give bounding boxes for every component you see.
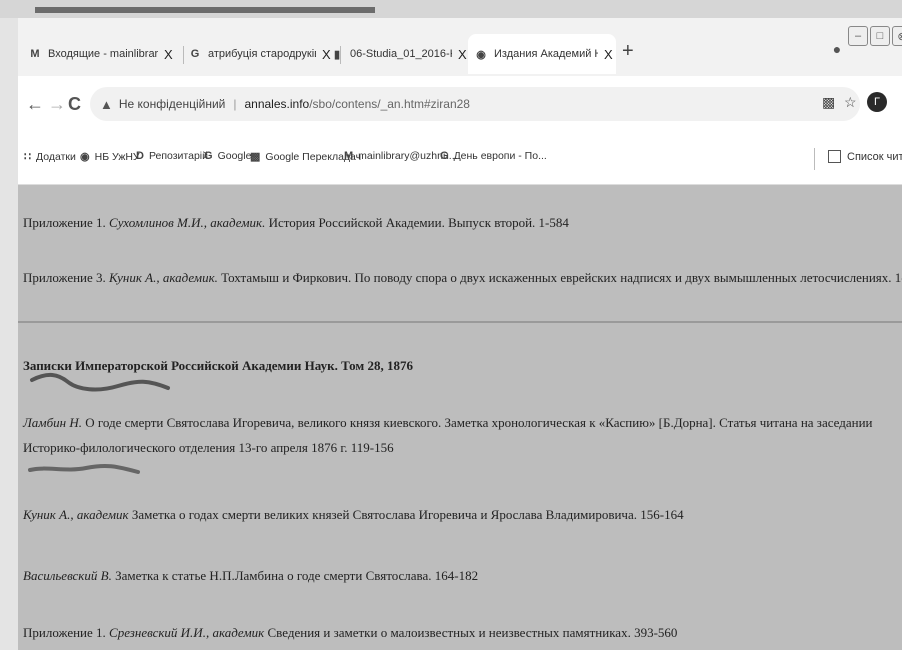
entry-author: Срезневский И.И., академик (109, 625, 265, 640)
tab-active-izdaniya[interactable]: ◉ Издания Академий Наук России X (468, 34, 616, 74)
globe-icon: ◉ (80, 151, 90, 163)
hand-scribble (28, 463, 140, 474)
bookmark-den-evropy[interactable]: G День европи - По... (440, 150, 547, 162)
page-content: Приложение 1. Сухомлинов М.И., академик.… (18, 185, 902, 650)
reload-button[interactable]: C (68, 94, 81, 115)
list-item[interactable]: Приложение 1. Срезневский И.И., академик… (23, 625, 677, 641)
toolbar: ← → C ▲ Не конфіденційний | annales.info… (18, 76, 902, 132)
translate-icon[interactable]: ▩ (822, 94, 835, 111)
close-window-icon[interactable]: ⊗ (892, 26, 902, 46)
maximize-icon[interactable]: □ (870, 26, 890, 46)
section-divider (18, 321, 902, 323)
forward-button[interactable]: → (48, 94, 66, 115)
entry-author: Куник А., академик (23, 507, 129, 522)
tab-bar: M Входящие - mainlibrary@uzhnu X G атриб… (18, 18, 902, 76)
bookmark-google[interactable]: G Google (204, 150, 251, 162)
entry-author: Куник А., академик. (109, 270, 218, 285)
bookmark-nb-uzhnu[interactable]: ◉ НБ УжНУ (80, 150, 140, 164)
pdf-icon: ▮ (333, 48, 341, 61)
bookmark-label: День европи - По... (453, 150, 547, 162)
repo-icon: D (136, 150, 144, 162)
close-icon[interactable]: X (164, 47, 173, 62)
list-item[interactable]: Приложение 3. Куник А., академик. Тохтам… (23, 270, 902, 286)
avatar[interactable]: Г (867, 92, 887, 112)
window-left-edge (0, 18, 18, 650)
tab-separator (183, 46, 184, 64)
gmail-icon: M (344, 150, 354, 162)
bookmark-label: Додатки (36, 150, 76, 163)
entry-title: Сведения и заметки о малоизвестных и неи… (264, 625, 678, 640)
entry-prefix: Приложение 1. (23, 625, 110, 640)
entry-title: Заметка к статье Н.П.Ламбина о годе смер… (111, 568, 479, 583)
entry-title: История Российской Академии. Выпуск втор… (265, 215, 569, 230)
back-button[interactable]: ← (26, 94, 44, 115)
list-item[interactable]: Куник А., академик Заметка о годах смерт… (23, 507, 684, 523)
tab-title: Издания Академий Наук России (494, 48, 598, 60)
hand-scribble (30, 373, 170, 392)
tab-title: 06-Studia_01_2016-Kozlov.pdf (350, 48, 452, 60)
entry-prefix: Приложение 3. (23, 270, 110, 285)
gmail-icon: M (30, 48, 40, 60)
window-titlebar-fragment (35, 7, 375, 13)
reading-list-icon (828, 150, 841, 163)
browser-window: M Входящие - mainlibrary@uzhnu X G атриб… (0, 0, 902, 650)
bookmarks-divider (814, 148, 815, 170)
reading-list-button[interactable]: Список читання (828, 150, 902, 163)
entry-title: Тохтамыш и Фиркович. По поводу спора о д… (217, 270, 902, 285)
bookmark-label: Репозитарій (148, 150, 208, 162)
entry-title: О годе смерти Святослава Игоревича, вели… (23, 415, 873, 455)
new-tab-button[interactable]: + (622, 40, 634, 63)
bookmarks-bar: ∷ Додатки ◉ НБ УжНУ D Репозитарій G Google ▩… (18, 132, 902, 185)
incognito-icon: ● (832, 41, 842, 57)
star-icon[interactable]: ☆ (844, 94, 857, 111)
entry-author: Васильевский В. (23, 568, 112, 583)
entry-author: Ламбин Н. (23, 415, 82, 430)
url-path: /sbo/contens/_an.htm#ziran28 (309, 97, 470, 111)
tab-title: атрибуція стародруків і рідкісних (208, 48, 316, 60)
list-item[interactable]: Васильевский В. Заметка к статье Н.П.Лам… (23, 568, 478, 584)
close-icon[interactable]: X (604, 47, 613, 62)
tab-title: Входящие - mainlibrary@uzhnu (48, 48, 158, 60)
bookmark-apps[interactable]: ∷ Додатки (24, 150, 76, 164)
minimize-icon[interactable]: – (848, 26, 868, 46)
volume-heading: Записки Императорской Российской Академи… (23, 358, 414, 373)
translate-icon: ▩ (250, 151, 261, 163)
reading-list-label: Список читання (847, 150, 902, 163)
top-strip (0, 0, 902, 18)
menu-icon[interactable]: ⋮ (898, 90, 902, 110)
entry-author: Сухомлинов М.И., академик. (109, 215, 266, 230)
bookmark-repository[interactable]: D Репозитарій (136, 150, 208, 162)
address-bar[interactable]: ▲ Не конфіденційний | annales.info/sbo/c… (90, 87, 860, 121)
bookmark-label: НБ УжНУ (94, 150, 140, 163)
list-item[interactable]: Приложение 1. Сухомлинов М.И., академик.… (23, 215, 569, 231)
globe-icon: ◉ (476, 48, 486, 61)
apps-icon: ∷ (24, 151, 31, 163)
entry-title: Заметка о годах смерти великих князей Св… (128, 507, 684, 522)
url-domain: annales.info (244, 97, 310, 111)
entry-prefix: Приложение 1. (23, 215, 110, 230)
tab-pdf[interactable]: ▮ 06-Studia_01_2016-Kozlov.pdf X (330, 34, 470, 74)
address-separator: | (233, 97, 237, 111)
tab-google-search[interactable]: G атрибуція стародруків і рідкісних X (188, 34, 336, 74)
insecure-label[interactable]: Не конфіденційний (119, 97, 225, 111)
tab-gmail[interactable]: M Входящие - mainlibrary@uzhnu X (28, 34, 178, 74)
warning-icon[interactable]: ▲ (100, 97, 113, 112)
google-icon: G (204, 150, 213, 162)
list-item[interactable]: Ламбин Н. О годе смерти Святослава Игоре… (23, 410, 895, 460)
bookmark-label: Google (217, 150, 252, 162)
close-icon[interactable]: X (458, 47, 467, 62)
google-icon: G (440, 150, 449, 162)
google-icon: G (190, 48, 200, 60)
